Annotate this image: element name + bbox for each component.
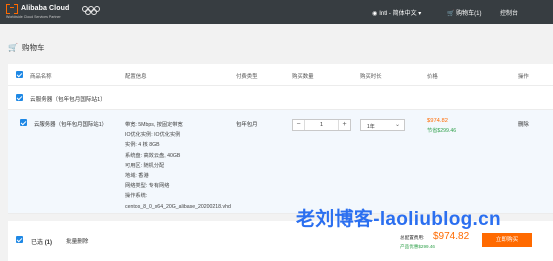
logo-tagline: Worldwide Cloud Services Partner bbox=[6, 15, 61, 19]
decrement-button[interactable]: − bbox=[293, 120, 305, 130]
item-name: 云服务器（包年包月国际站1） bbox=[34, 122, 108, 128]
language-label: Intl - 简体中文 bbox=[379, 11, 417, 17]
spec-line: 网络类型: 专有网络 bbox=[125, 183, 170, 190]
spec-line: centos_8_0_x64_20G_alibase_20200218.vhd bbox=[125, 203, 231, 210]
cart-icon: 🛒 bbox=[447, 11, 455, 17]
watermark-text: 老刘博客-laoliublog.cn bbox=[296, 209, 501, 230]
spec-line: 可用区: 随机分配 bbox=[125, 162, 165, 169]
increment-button[interactable]: + bbox=[338, 120, 350, 130]
batch-delete-link[interactable]: 批量删除 bbox=[66, 237, 88, 245]
table-header: 商品名称 配置信息 付费类型 购买数量 购买时长 价格 操作 bbox=[8, 64, 553, 86]
config-info: 带宽: 5Mbps, 按固定带宽 IO优化实例: IO优化实例 实例: 4 核 … bbox=[125, 120, 231, 212]
globe-icon: ◉ bbox=[372, 11, 378, 17]
checkout-button[interactable]: 立即购买 bbox=[482, 233, 532, 247]
spec-line: 操作系统: bbox=[125, 193, 148, 200]
spec-line: 系统盘: 高效云盘, 40GB bbox=[125, 152, 181, 159]
spec-line: 地域: 香港 bbox=[125, 173, 149, 180]
total-label: 总配置费用: bbox=[400, 235, 425, 240]
olympic-rings-icon bbox=[82, 6, 104, 16]
column-header-quantity: 购买数量 bbox=[292, 74, 314, 80]
column-header-action: 操作 bbox=[518, 74, 529, 80]
group-label: 云服务器（包年包月国际站1） bbox=[30, 97, 106, 103]
top-navigation-bar: Alibaba Cloud Worldwide Cloud Services P… bbox=[0, 0, 553, 24]
selected-label: 已选 bbox=[31, 240, 44, 246]
item-price: $974.82 bbox=[427, 118, 448, 124]
page-title-row: 🛒 购物车 bbox=[8, 42, 44, 53]
selected-summary: 已选 (1) bbox=[31, 237, 52, 246]
selected-count: (1) bbox=[44, 240, 53, 246]
cart-table: 商品名称 配置信息 付费类型 购买数量 购买时长 价格 操作 云服务器（包年包月… bbox=[8, 64, 553, 214]
item-saved: 节省$299.46 bbox=[427, 128, 457, 134]
console-link[interactable]: 控制台 bbox=[500, 8, 518, 17]
cart-item-row: 云服务器（包年包月国际站1） 带宽: 5Mbps, 按固定带宽 IO优化实例: … bbox=[8, 110, 553, 214]
header-cart-label: 购物车(1) bbox=[456, 11, 482, 17]
chevron-down-icon: ▾ bbox=[416, 11, 422, 17]
column-header-pay-type: 付费类型 bbox=[236, 74, 258, 80]
column-header-config: 配置信息 bbox=[125, 74, 147, 80]
item-checkbox[interactable] bbox=[20, 119, 27, 126]
duration-value: 1年 bbox=[367, 124, 375, 130]
group-checkbox[interactable] bbox=[16, 94, 23, 101]
header-cart-link[interactable]: 🛒 购物车(1) bbox=[447, 8, 482, 17]
footer-select-all-checkbox[interactable] bbox=[16, 236, 23, 243]
chevron-down-icon: ⌄ bbox=[394, 122, 400, 128]
column-header-price: 价格 bbox=[427, 74, 438, 80]
cart-icon: 🛒 bbox=[8, 43, 18, 52]
logo-text: Alibaba Cloud bbox=[21, 4, 70, 12]
column-header-duration: 购买时长 bbox=[360, 74, 382, 80]
select-all-checkbox[interactable] bbox=[16, 71, 23, 78]
total-saved: 产品优惠$299.46 bbox=[400, 244, 435, 249]
quantity-stepper: − 1 + bbox=[292, 119, 351, 131]
duration-select[interactable]: 1年 ⌄ bbox=[360, 119, 405, 131]
alibaba-cloud-logo[interactable]: Alibaba Cloud bbox=[6, 4, 70, 14]
quantity-input[interactable]: 1 bbox=[305, 120, 338, 130]
spec-line: IO优化实例: IO优化实例 bbox=[125, 132, 181, 139]
page-title: 购物车 bbox=[21, 43, 45, 52]
language-selector[interactable]: ◉ Intl - 简体中文 ▾ bbox=[372, 8, 421, 17]
product-group-row: 云服务器（包年包月国际站1） bbox=[8, 86, 553, 110]
pay-type: 包年包月 bbox=[236, 122, 258, 128]
spec-line: 带宽: 5Mbps, 按固定带宽 bbox=[125, 122, 183, 128]
total-value: $974.82 bbox=[433, 231, 470, 242]
spec-line: 实例: 4 核 8GB bbox=[125, 142, 160, 149]
column-header-name: 商品名称 bbox=[30, 74, 52, 80]
alibaba-logo-icon bbox=[6, 4, 18, 14]
delete-link[interactable]: 删除 bbox=[518, 120, 529, 128]
